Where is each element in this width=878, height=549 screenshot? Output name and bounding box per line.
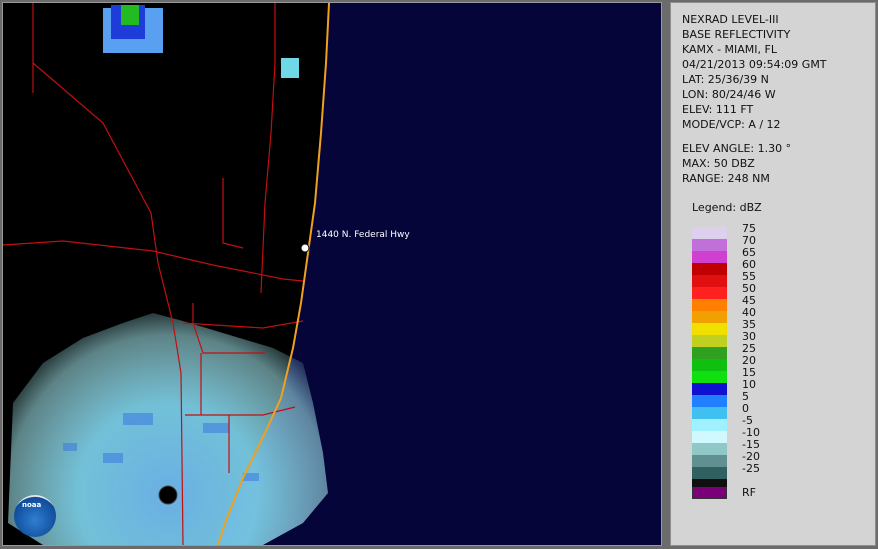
legend-title: Legend: dBZ	[692, 201, 762, 214]
legend-swatch	[692, 347, 727, 359]
rf-swatch	[692, 487, 727, 499]
info-panel: NEXRAD LEVEL-III BASE REFLECTIVITY KAMX …	[670, 2, 876, 546]
legend-labels: 75 70 65 60 55 50 45 40 35 30 25 20 15 10 5 0 -5 -10 -15 -2…	[742, 223, 760, 475]
legend-label: -25	[742, 462, 760, 475]
legend-swatch	[692, 395, 727, 407]
product-name: NEXRAD LEVEL-III	[682, 13, 779, 26]
legend-color-bar	[692, 227, 727, 491]
mode-vcp: MODE/VCP: A / 12	[682, 118, 781, 131]
location-marker[interactable]	[300, 243, 310, 253]
legend-swatch	[692, 443, 727, 455]
legend-swatch	[692, 455, 727, 467]
legend-swatch	[692, 407, 727, 419]
scan-timestamp: 04/21/2013 09:54:09 GMT	[682, 58, 827, 71]
legend-swatch	[692, 275, 727, 287]
legend-swatch	[692, 431, 727, 443]
legend-swatch	[692, 335, 727, 347]
legend-swatch	[692, 383, 727, 395]
legend-swatch	[692, 371, 727, 383]
radar-site-marker	[158, 485, 178, 505]
rf-label: RF	[742, 486, 756, 499]
station-info: NEXRAD LEVEL-III BASE REFLECTIVITY KAMX …	[682, 12, 827, 186]
noaa-logo-text: noaa	[22, 501, 42, 509]
station-longitude: LON: 80/24/46 W	[682, 88, 776, 101]
station-elevation: ELEV: 111 FT	[682, 103, 754, 116]
legend-swatch	[692, 323, 727, 335]
product-type: BASE REFLECTIVITY	[682, 28, 791, 41]
station-name: KAMX - MIAMI, FL	[682, 43, 777, 56]
legend-swatch	[692, 251, 727, 263]
legend-swatch	[692, 263, 727, 275]
range: RANGE: 248 NM	[682, 172, 770, 185]
legend-swatch	[692, 467, 727, 479]
legend-swatch	[692, 419, 727, 431]
location-marker-label: 1440 N. Federal Hwy	[316, 230, 410, 240]
legend-swatch	[692, 227, 727, 239]
elevation-angle: ELEV ANGLE: 1.30 °	[682, 142, 792, 155]
legend-swatch	[692, 299, 727, 311]
radar-map-canvas	[3, 3, 661, 545]
radar-map[interactable]: 1440 N. Federal Hwy noaa	[2, 2, 662, 546]
legend-swatch	[692, 311, 727, 323]
legend-swatch	[692, 359, 727, 371]
max-reflectivity: MAX: 50 DBZ	[682, 157, 755, 170]
legend-swatch	[692, 287, 727, 299]
legend-swatch	[692, 239, 727, 251]
station-latitude: LAT: 25/36/39 N	[682, 73, 769, 86]
noaa-logo: noaa	[14, 495, 56, 537]
